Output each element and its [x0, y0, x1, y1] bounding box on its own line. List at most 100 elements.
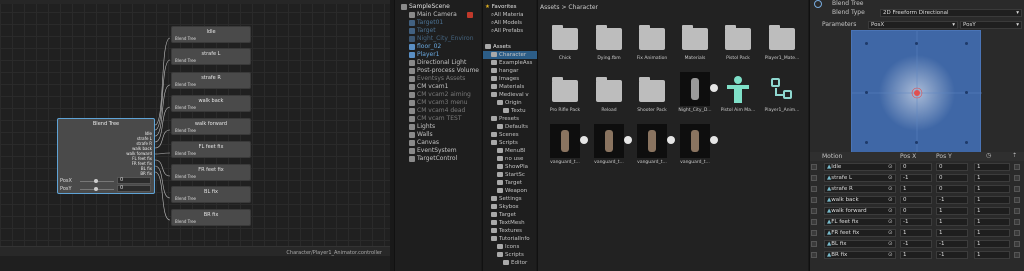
hierarchy-item[interactable]: CM vcam TEST [409, 115, 461, 123]
asset-model[interactable]: vanguard_t... [589, 124, 632, 165]
breadcrumb-current[interactable]: Character [568, 4, 598, 11]
object-picker-icon[interactable]: ⊙ [888, 162, 893, 172]
folder-item[interactable]: Textu [503, 107, 526, 115]
mirror-checkbox[interactable] [1014, 241, 1020, 247]
hierarchy-scene[interactable]: SampleScene [401, 3, 450, 11]
speed-field[interactable]: 1 [974, 240, 1010, 248]
motion-field[interactable]: ▲FR feet fix [824, 229, 896, 237]
hierarchy-item[interactable]: Night_City_Environ [409, 35, 474, 43]
posy-field[interactable]: -1 [936, 240, 968, 248]
blend-node-walk-forward[interactable]: walk forward Blend Tree [171, 118, 251, 135]
asset-folder[interactable]: Materials [675, 25, 715, 61]
folder-item[interactable]: ShowPla [497, 163, 528, 171]
folder-item[interactable]: Settings [491, 195, 522, 203]
posy-field[interactable]: 0 [936, 163, 968, 171]
asset-folder[interactable]: Reload [589, 77, 629, 113]
posx-field[interactable]: -1 [900, 218, 932, 226]
mirror-checkbox[interactable] [1014, 208, 1020, 214]
posy-field[interactable]: 0 [117, 185, 151, 192]
drag-handle[interactable] [811, 197, 817, 203]
folder-item[interactable]: hangar [491, 67, 518, 75]
folder-item[interactable]: Scripts [491, 139, 518, 147]
breadcrumb-root[interactable]: Assets [540, 4, 560, 11]
drag-handle[interactable] [811, 219, 817, 225]
motion-point[interactable] [965, 91, 968, 94]
motion-point[interactable] [965, 141, 968, 144]
mirror-checkbox[interactable] [1014, 164, 1020, 170]
posx-slider-handle[interactable] [94, 179, 98, 183]
posy-slider-handle[interactable] [94, 187, 98, 191]
motion-field[interactable]: ▲Idle [824, 163, 896, 171]
asset-folder[interactable]: Player1_Mate... [762, 25, 802, 61]
blend-node-walk-back[interactable]: walk back Blend Tree [171, 95, 251, 112]
hierarchy-item[interactable]: CM vcam2 aiming [409, 91, 471, 99]
posy-field[interactable]: -1 [936, 196, 968, 204]
hierarchy-item[interactable]: Canvas [409, 139, 439, 147]
assets-root[interactable]: Assets [485, 43, 511, 51]
folder-item[interactable]: Medieval v [491, 91, 529, 99]
posx-field[interactable]: 1 [900, 251, 932, 259]
posy-field[interactable]: 1 [936, 218, 968, 226]
posy-field[interactable]: -1 [936, 251, 968, 259]
blend-node-strafe-l[interactable]: strafe L Blend Tree [171, 48, 251, 65]
param-y-dropdown[interactable]: PosY ▾ [960, 21, 1022, 29]
hierarchy-item[interactable]: floor_02 [409, 43, 441, 51]
speed-field[interactable]: 1 [974, 174, 1010, 182]
blend-node-strafe-r[interactable]: strafe R Blend Tree [171, 72, 251, 89]
drag-handle[interactable] [811, 175, 817, 181]
hierarchy-item[interactable]: CM vcam1 [409, 83, 448, 91]
asset-model[interactable]: vanguard_t... [632, 124, 675, 165]
posy-field[interactable]: 0 [936, 174, 968, 182]
drag-handle[interactable] [811, 252, 817, 258]
folder-item[interactable]: ExampleAss [491, 59, 532, 67]
folder-item[interactable]: Scenes [491, 131, 519, 139]
folder-item[interactable]: Editor [503, 259, 527, 267]
hierarchy-item[interactable]: Target [409, 27, 436, 35]
speed-field[interactable]: 1 [974, 251, 1010, 259]
object-picker-icon[interactable]: ⊙ [888, 195, 893, 205]
blend-node-fl-feet-fix[interactable]: FL feet fix Blend Tree [171, 141, 251, 158]
hierarchy-item[interactable]: CM vcam3 menu [409, 99, 468, 107]
main-blend-tree-node[interactable]: Blend Tree Idle strafe L strafe R walk b… [57, 118, 155, 194]
blend-type-dropdown[interactable]: 2D Freeform Directional ▾ [880, 9, 1022, 17]
folder-item[interactable]: Textures [491, 227, 522, 235]
posy-field[interactable]: 1 [936, 229, 968, 237]
folder-item[interactable]: no use [497, 155, 523, 163]
asset-model[interactable]: Night_City_D... [675, 72, 718, 113]
motion-point[interactable] [915, 141, 918, 144]
speed-field[interactable]: 1 [974, 218, 1010, 226]
blend-node-bl-fix[interactable]: BL fix Blend Tree [171, 186, 251, 203]
blend-space-visualizer[interactable] [851, 30, 982, 156]
drag-handle[interactable] [811, 241, 817, 247]
motion-field[interactable]: ▲walk forward [824, 207, 896, 215]
motion-field[interactable]: ▲BL fix [824, 240, 896, 248]
blend-node-fr-feet-fix[interactable]: FR feet fix Blend Tree [171, 164, 251, 181]
hierarchy-item[interactable]: Walls [409, 131, 433, 139]
asset-folder[interactable]: Pro Rifle Pack [545, 77, 585, 113]
hierarchy-item[interactable]: Main Camera [409, 11, 457, 19]
asset-avatar[interactable]: Pistol Aim Ma... [718, 72, 758, 113]
asset-folder[interactable]: Fix Animation [632, 25, 672, 61]
mirror-checkbox[interactable] [1014, 219, 1020, 225]
folder-item[interactable]: Weapon [497, 187, 527, 195]
speed-field[interactable]: 1 [974, 207, 1010, 215]
motion-point[interactable] [965, 42, 968, 45]
blend-node-br-fix[interactable]: BR fix Blend Tree [171, 209, 251, 226]
asset-folder[interactable]: Shooter Pack [632, 77, 672, 113]
hierarchy-item[interactable]: Player1 [409, 51, 440, 59]
folder-item[interactable]: Skybox [491, 203, 519, 211]
hierarchy-item[interactable]: CM vcam4 dead [409, 107, 465, 115]
folder-item[interactable]: Presets [491, 115, 519, 123]
motion-field[interactable]: ▲BR fix [824, 251, 896, 259]
folder-character[interactable]: Character [483, 51, 537, 59]
hierarchy-item[interactable]: Lights [409, 123, 435, 131]
hierarchy-item[interactable]: Target01 [409, 19, 443, 27]
folder-item[interactable]: MenuBl [497, 147, 525, 155]
mirror-checkbox[interactable] [1014, 186, 1020, 192]
hierarchy-item[interactable]: Eventsys Assets [409, 75, 465, 83]
mirror-icon[interactable]: ⇡ [1012, 152, 1017, 159]
asset-model[interactable]: vanguard_t... [675, 124, 718, 165]
hierarchy-item[interactable]: Directional Light [409, 59, 466, 67]
object-picker-icon[interactable]: ⊙ [888, 217, 893, 227]
hierarchy-item[interactable]: EventSystem [409, 147, 457, 155]
